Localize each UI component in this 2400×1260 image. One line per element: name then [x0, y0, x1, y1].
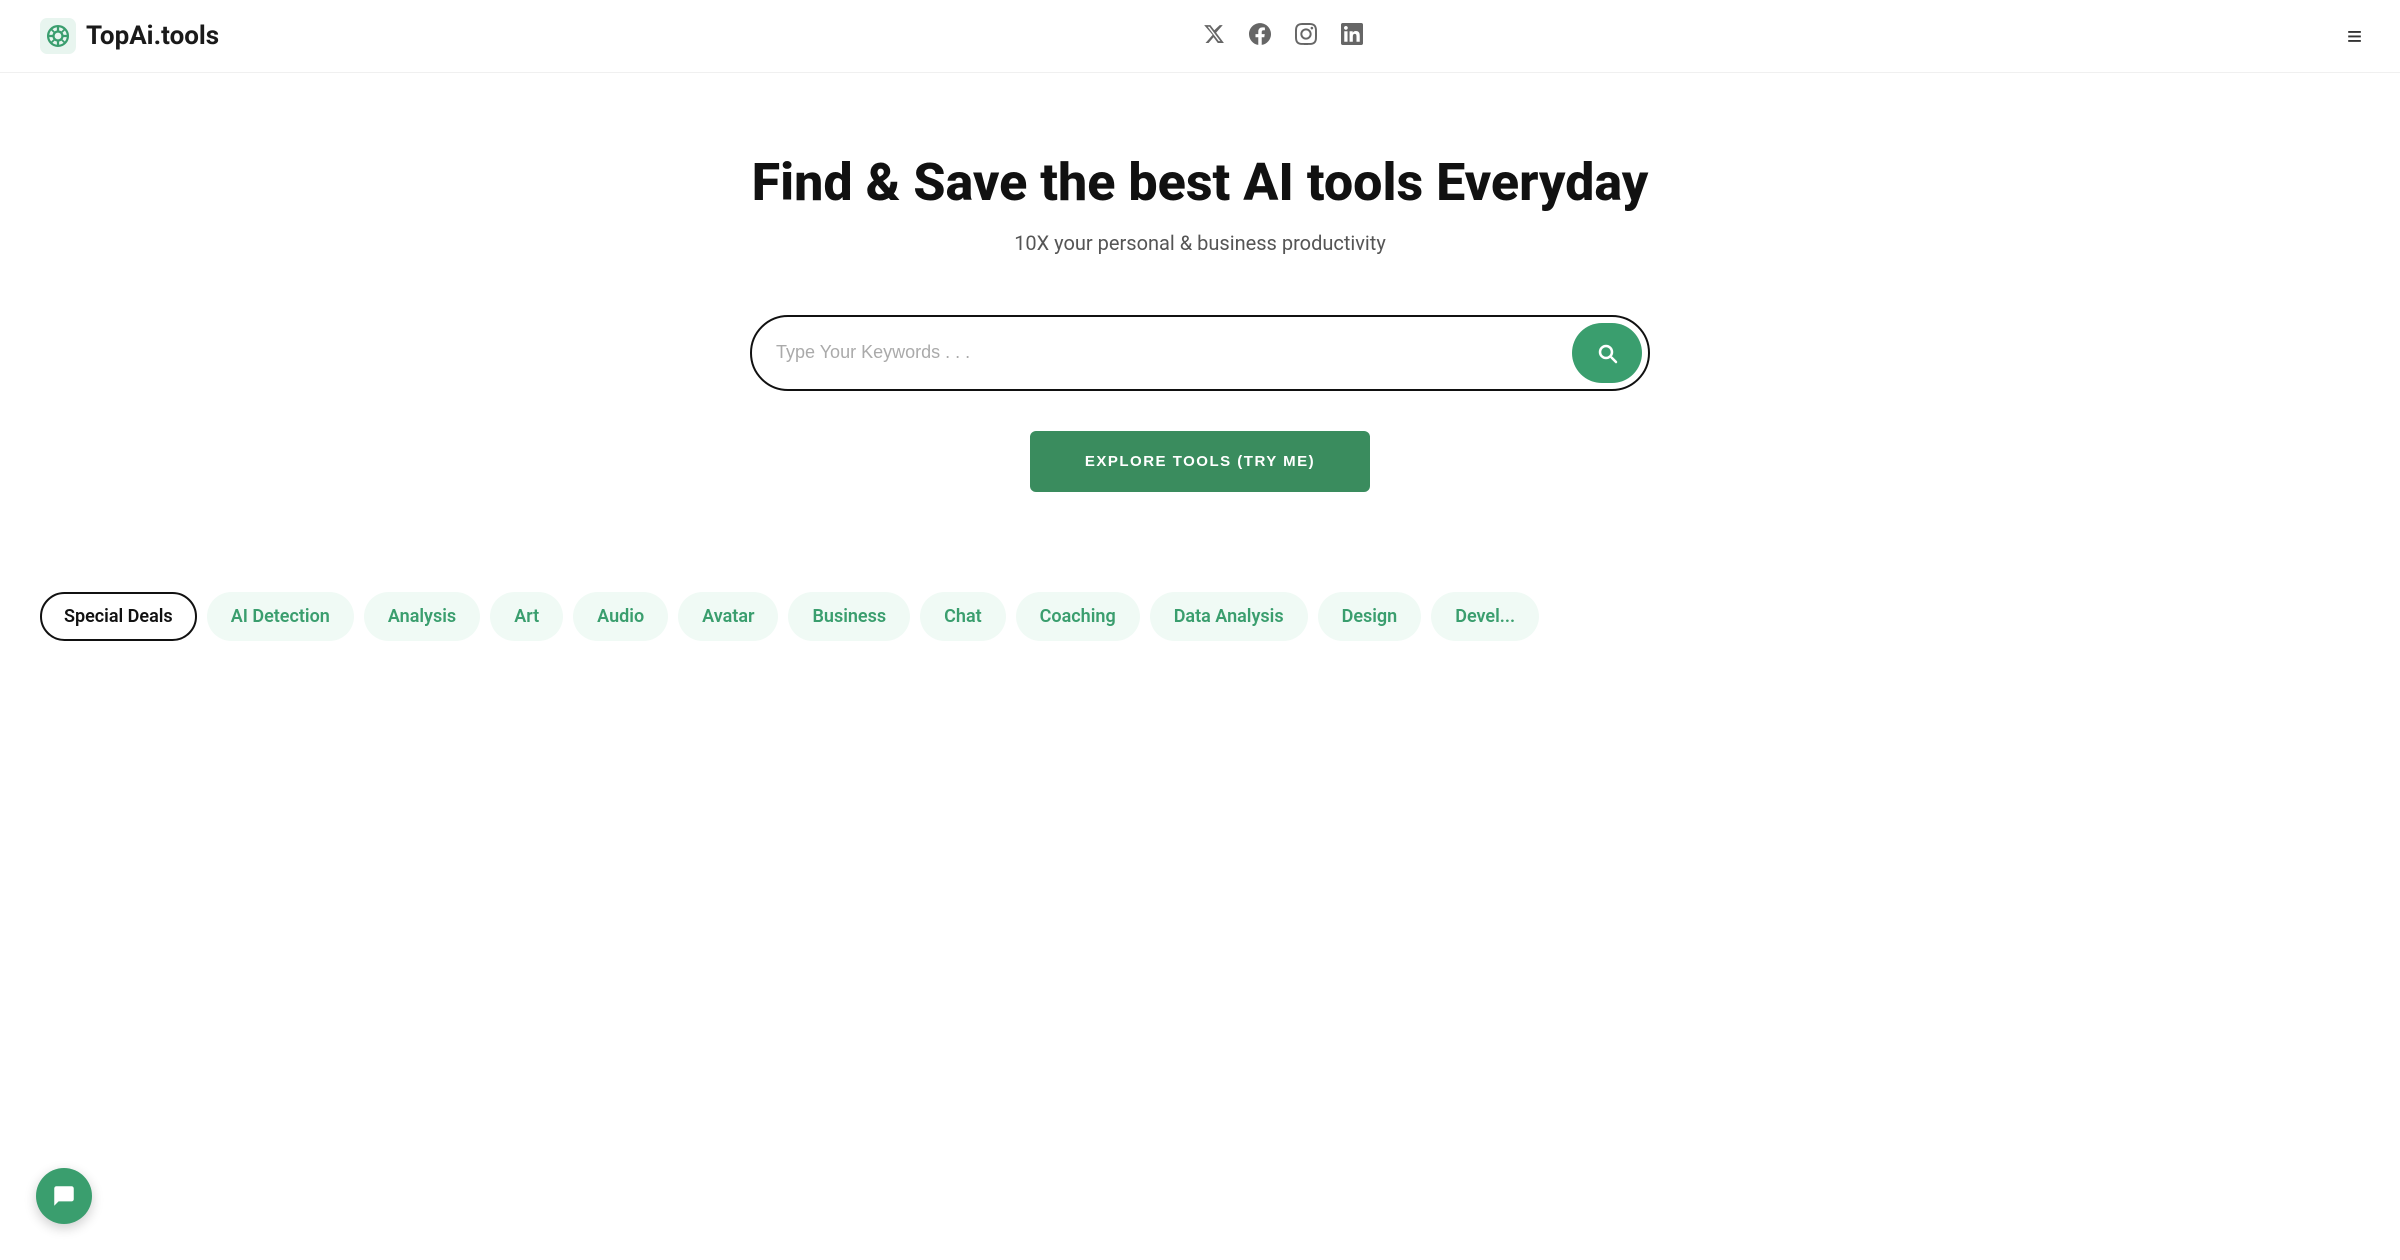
tag-item-9[interactable]: Data Analysis: [1150, 592, 1308, 641]
chat-bubble[interactable]: [36, 1168, 92, 1224]
header: TopAi.tools ≡: [0, 0, 2400, 73]
twitter-link[interactable]: [1203, 23, 1225, 50]
facebook-link[interactable]: [1249, 23, 1271, 50]
tag-item-11[interactable]: Devel...: [1431, 592, 1539, 641]
tag-item-7[interactable]: Chat: [920, 592, 1006, 641]
logo-icon: [40, 18, 76, 54]
social-links: [1203, 23, 1363, 50]
tag-item-2[interactable]: Analysis: [364, 592, 480, 641]
tags-row: Special DealsAI DetectionAnalysisArtAudi…: [40, 592, 2360, 641]
tag-item-4[interactable]: Audio: [573, 592, 668, 641]
search-input[interactable]: [776, 330, 1572, 375]
search-button[interactable]: [1572, 323, 1642, 383]
tag-item-3[interactable]: Art: [490, 592, 563, 641]
chat-bubble-icon: [51, 1183, 77, 1209]
search-container: [750, 315, 1650, 391]
search-icon: [1595, 341, 1619, 365]
tag-item-6[interactable]: Business: [788, 592, 910, 641]
tag-item-0[interactable]: Special Deals: [40, 592, 197, 641]
tag-item-1[interactable]: AI Detection: [207, 592, 354, 641]
tag-item-10[interactable]: Design: [1318, 592, 1422, 641]
hero-subtitle: 10X your personal & business productivit…: [1014, 231, 1386, 255]
linkedin-link[interactable]: [1341, 23, 1363, 50]
explore-button[interactable]: EXPLORE TOOLS (TRY ME): [1030, 431, 1370, 492]
instagram-link[interactable]: [1295, 23, 1317, 50]
logo[interactable]: TopAi.tools: [40, 18, 219, 54]
hero-section: Find & Save the best AI tools Everyday 1…: [0, 73, 2400, 592]
logo-text: TopAi.tools: [86, 21, 219, 51]
tag-item-5[interactable]: Avatar: [678, 592, 778, 641]
hamburger-menu[interactable]: ≡: [2347, 21, 2360, 52]
hero-title: Find & Save the best AI tools Everyday: [752, 153, 1649, 213]
search-wrapper: [750, 315, 1650, 391]
tags-section: Special DealsAI DetectionAnalysisArtAudi…: [0, 592, 2400, 641]
tag-item-8[interactable]: Coaching: [1016, 592, 1140, 641]
